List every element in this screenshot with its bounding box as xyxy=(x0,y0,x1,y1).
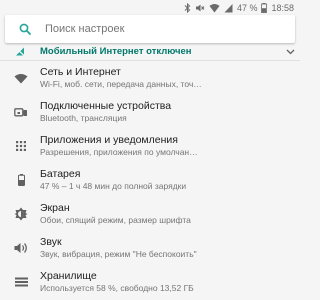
settings-item-subtitle: 47 % – 1 ч 48 мин до полной зарядки xyxy=(40,181,187,191)
settings-item-subtitle: Обои, спящий режим, размер шрифта xyxy=(40,215,191,225)
settings-item-subtitle: Используется 58 %, свободно 13,52 ГБ xyxy=(40,283,194,293)
wifi-icon xyxy=(209,3,220,13)
battery-icon xyxy=(0,163,40,197)
settings-item-title: Батарея xyxy=(40,168,81,180)
settings-item-display[interactable]: Экран Обои, спящий режим, размер шрифта xyxy=(0,197,300,231)
settings-item-title: Хранилище xyxy=(40,270,97,282)
settings-item-title: Экран xyxy=(40,202,70,214)
settings-item-title: Приложения и уведомления xyxy=(40,134,178,146)
mobile-data-banner[interactable]: Мобильный Интернет отключен xyxy=(0,44,300,59)
status-icons: 47 % 18:58 xyxy=(184,0,294,15)
volume-icon xyxy=(0,231,40,265)
brightness-icon xyxy=(0,197,40,231)
settings-item-title: Сеть и Интернет xyxy=(40,66,121,78)
settings-item-apps[interactable]: Приложения и уведомления Разрешения, при… xyxy=(0,129,300,163)
settings-item-subtitle: Разрешения, приложения по умолчан… xyxy=(40,147,198,157)
settings-list: Сеть и Интернет Wi-Fi, моб. сети, переда… xyxy=(0,61,300,299)
search-icon xyxy=(5,15,45,43)
chevron-down-icon[interactable] xyxy=(280,44,300,59)
status-bar: 47 % 18:58 xyxy=(0,0,300,15)
settings-item-subtitle: Bluetooth, трансляция xyxy=(40,113,127,123)
mute-icon xyxy=(195,3,205,13)
settings-item-storage[interactable]: Хранилище Используется 58 %, свободно 13… xyxy=(0,265,300,299)
settings-item-title: Звук xyxy=(40,236,62,248)
wifi-icon xyxy=(0,61,40,95)
battery-percent: 47 % xyxy=(236,2,258,13)
settings-item-subtitle: Звук, вибрация, режим "Не беспокоить" xyxy=(40,249,197,259)
search-placeholder: Поиск настроек xyxy=(45,23,125,35)
settings-item-title: Подключенные устройства xyxy=(40,100,172,112)
storage-icon xyxy=(0,265,40,299)
clock: 18:58 xyxy=(271,2,294,13)
settings-item-battery[interactable]: Батарея 47 % – 1 ч 48 мин до полной заря… xyxy=(0,163,300,197)
mobile-data-off-icon xyxy=(0,44,40,59)
banner-text: Мобильный Интернет отключен xyxy=(40,46,192,57)
battery-icon xyxy=(261,2,268,13)
settings-item-sound[interactable]: Звук Звук, вибрация, режим "Не беспокоит… xyxy=(0,231,300,265)
search-bar[interactable]: Поиск настроек xyxy=(5,15,295,43)
bluetooth-icon xyxy=(184,2,191,13)
signal-icon xyxy=(224,3,233,13)
apps-icon xyxy=(0,129,40,163)
settings-item-subtitle: Wi-Fi, моб. сети, передача данных, точ… xyxy=(40,79,202,89)
settings-item-connected-devices[interactable]: Подключенные устройства Bluetooth, транс… xyxy=(0,95,300,129)
devices-icon xyxy=(0,95,40,129)
settings-item-network[interactable]: Сеть и Интернет Wi-Fi, моб. сети, переда… xyxy=(0,61,300,95)
